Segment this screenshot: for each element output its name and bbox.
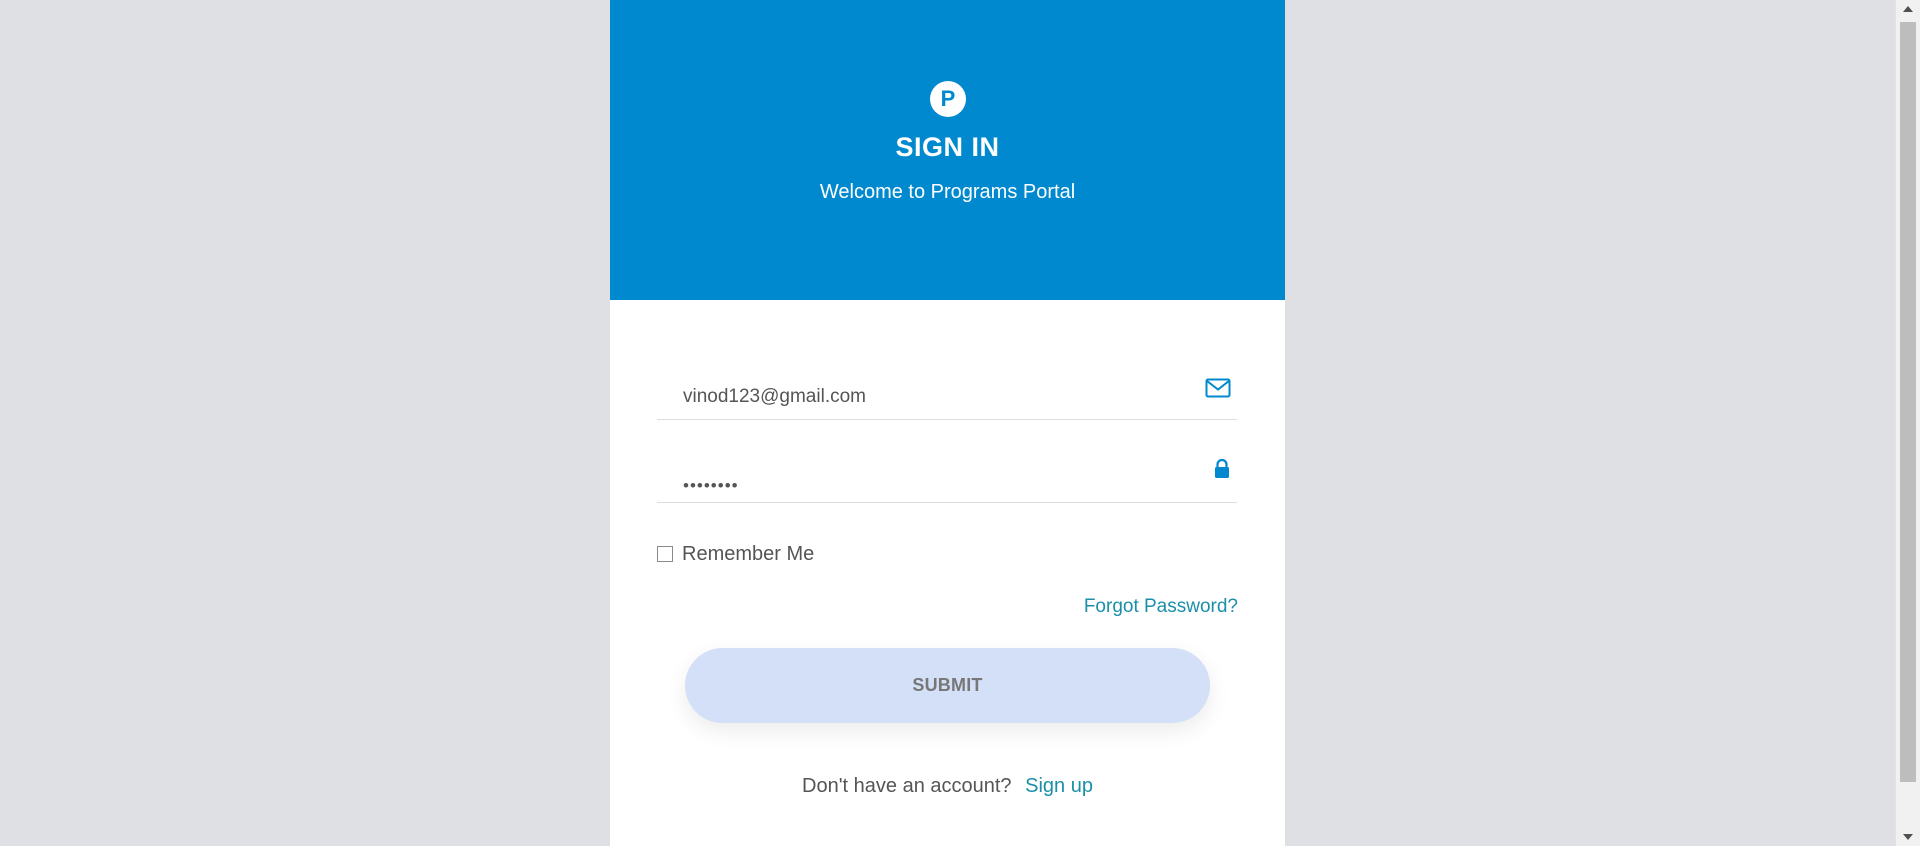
vertical-scrollbar[interactable] [1895,0,1920,846]
remember-me-checkbox[interactable] [657,546,673,562]
password-input[interactable] [683,458,1183,514]
forgot-password-link[interactable]: Forgot Password? [1084,596,1238,618]
signin-header: P SIGN IN Welcome to Programs Portal [610,0,1285,300]
portal-logo-icon: P [930,81,966,117]
scroll-thumb[interactable] [1900,22,1916,782]
remember-me-label: Remember Me [682,542,815,565]
scroll-down-arrow-icon[interactable] [1896,828,1920,846]
password-field [657,444,1237,514]
email-field [657,361,1237,425]
page-title: SIGN IN [895,132,1000,162]
signup-link[interactable]: Sign up [1025,775,1093,797]
envelope-icon [1205,377,1231,404]
submit-button[interactable]: SUBMIT [685,648,1210,723]
signup-prompt: Don't have an account? [802,775,1012,797]
page-subtitle: Welcome to Programs Portal [819,181,1076,203]
signup-row: Don't have an account? Sign up [610,775,1285,798]
scroll-up-arrow-icon[interactable] [1896,0,1920,18]
remember-me[interactable]: Remember Me [657,542,814,566]
email-input[interactable] [683,369,1183,425]
signin-card: P SIGN IN Welcome to Programs Portal Rem… [610,0,1285,846]
lock-icon [1213,458,1231,485]
